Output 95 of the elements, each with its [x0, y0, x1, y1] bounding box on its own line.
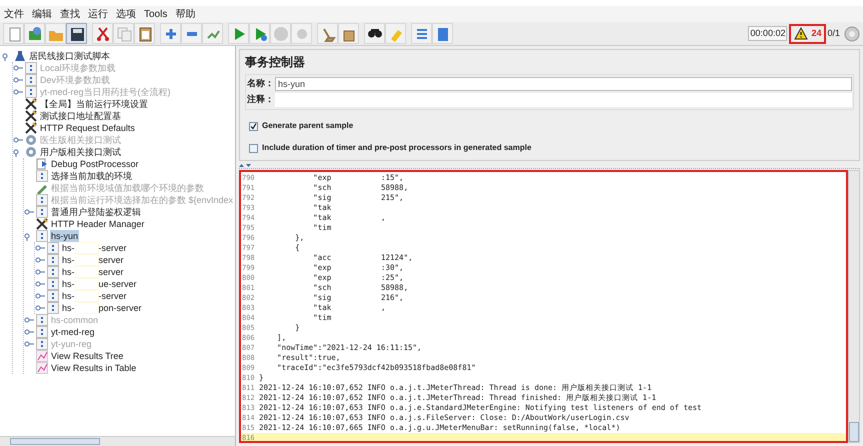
name-field[interactable]: hs-yun	[275, 77, 852, 91]
controller-icon	[36, 338, 48, 350]
tree-item[interactable]: hs- server	[61, 254, 125, 266]
tree-item[interactable]: hs- -server	[61, 290, 128, 302]
checkbox[interactable]	[249, 144, 258, 152]
menu-item[interactable]: 运行	[88, 6, 108, 22]
toolbar-button[interactable]	[134, 23, 155, 44]
warning-count: 24	[811, 26, 822, 40]
tree-item[interactable]: hs- -server	[61, 242, 128, 254]
tree-item[interactable]: HTTP Request Defaults	[39, 122, 136, 134]
tree-item[interactable]: 测试接口地址配置基	[39, 110, 122, 122]
collapsed-toggle-icon[interactable]	[35, 279, 45, 289]
tree-item[interactable]: hs- pon-server	[61, 302, 143, 314]
controller-icon	[25, 86, 37, 98]
collapsed-toggle-icon[interactable]	[24, 207, 34, 217]
controller-icon	[36, 170, 48, 182]
controller-icon	[36, 326, 48, 338]
controller-icon	[36, 314, 48, 326]
checkbox-label: Generate parent sample	[262, 120, 354, 132]
menu-item[interactable]: 编辑	[32, 6, 52, 22]
controller-icon	[47, 302, 59, 314]
minus-icon	[186, 32, 196, 36]
collapsed-toggle-icon[interactable]	[13, 87, 23, 97]
chart-icon	[36, 362, 48, 374]
thread-count: 0/1	[827, 26, 840, 40]
controller-icon	[36, 206, 48, 218]
controller-icon	[36, 230, 48, 242]
name-label: 名称：	[247, 77, 275, 90]
collapsed-toggle-icon[interactable]	[35, 243, 45, 253]
gear-icon	[25, 146, 37, 158]
controller-icon	[47, 254, 59, 266]
menu-item[interactable]: 帮助	[175, 6, 196, 22]
comment-field[interactable]	[275, 93, 852, 107]
tree-item[interactable]: 【全局】当前运行环境设置	[39, 98, 149, 110]
collapsed-toggle-icon[interactable]	[24, 339, 34, 349]
collapsed-toggle-icon[interactable]	[35, 291, 45, 301]
tree-item[interactable]: hs- server	[61, 266, 125, 278]
clipboard-icon	[136, 26, 152, 42]
controller-icon	[47, 290, 59, 302]
collapsed-toggle-icon[interactable]	[35, 267, 45, 277]
chart-icon	[36, 350, 48, 362]
collapsed-toggle-icon[interactable]	[35, 255, 45, 265]
checkbox[interactable]	[249, 122, 258, 130]
collapsed-toggle-icon[interactable]	[24, 327, 34, 337]
collapsed-toggle-icon[interactable]	[24, 315, 34, 325]
copy-icon	[116, 26, 132, 42]
menu-item[interactable]: Tools	[144, 6, 168, 22]
collapsed-toggle-icon[interactable]	[35, 303, 45, 313]
warning-indicator[interactable]: 24	[789, 24, 826, 44]
tree-item[interactable]: 居民线接口测试脚本	[28, 50, 111, 62]
comment-label: 注释：	[247, 93, 275, 106]
tree-item[interactable]: View Results Tree	[50, 350, 124, 362]
warning-icon	[794, 27, 808, 40]
binoculars-icon	[368, 29, 382, 38]
flask-icon	[14, 50, 26, 62]
vertical-scrollbar[interactable]	[848, 170, 860, 443]
tree-item[interactable]: HTTP Header Manager	[50, 218, 146, 230]
tree-item[interactable]: 选择当前加载的环境	[50, 170, 133, 182]
menu-item[interactable]: 文件	[4, 6, 24, 22]
controller-icon	[47, 242, 59, 254]
tree-item[interactable]: yt-med-reg	[50, 326, 96, 338]
pencil-icon	[36, 182, 48, 194]
controller-icon	[25, 74, 37, 86]
toolbar-button[interactable]	[66, 23, 87, 44]
tree-item[interactable]: View Results in Table	[50, 362, 138, 374]
tree-item[interactable]: Debug PostProcessor	[50, 158, 140, 170]
remote-status-icon	[844, 26, 860, 42]
tree-item[interactable]: hs-yun	[50, 230, 80, 242]
wrench-icon	[25, 110, 37, 122]
tree-item[interactable]: hs- ue-server	[61, 278, 138, 290]
controller-icon	[25, 62, 37, 74]
controller-icon	[36, 194, 48, 206]
tree-item[interactable]: 用户版相关接口测试	[39, 146, 122, 158]
tree-item[interactable]: 普通用户登陆鉴权逻辑	[50, 206, 142, 218]
collapsed-toggle-icon[interactable]	[13, 135, 23, 145]
wrench-icon	[25, 98, 37, 110]
menu-item[interactable]: 选项	[116, 6, 136, 22]
collapsed-toggle-icon[interactable]	[13, 63, 23, 73]
book-stack-icon	[26, 26, 42, 42]
elapsed-time: 00:00:02	[748, 26, 788, 42]
collapsed-toggle-icon[interactable]	[13, 75, 23, 85]
panel-title: 事务控制器	[245, 54, 306, 71]
wrench-icon	[25, 122, 37, 134]
stop-icon	[272, 26, 288, 42]
split-arrows-icon[interactable]	[239, 163, 251, 168]
wrench-icon	[36, 218, 48, 230]
horizontal-scrollbar[interactable]	[0, 436, 235, 446]
checkmark-icon	[250, 122, 257, 130]
gear-icon	[25, 134, 37, 146]
controller-icon	[47, 278, 59, 290]
controller-icon	[47, 266, 59, 278]
checkbox-label: Include duration of timer and pre-post processors in generated sample	[262, 142, 532, 154]
menu-item[interactable]: 查找	[60, 6, 80, 22]
toolbar-button[interactable]	[364, 23, 385, 44]
scissors-icon	[94, 26, 110, 42]
